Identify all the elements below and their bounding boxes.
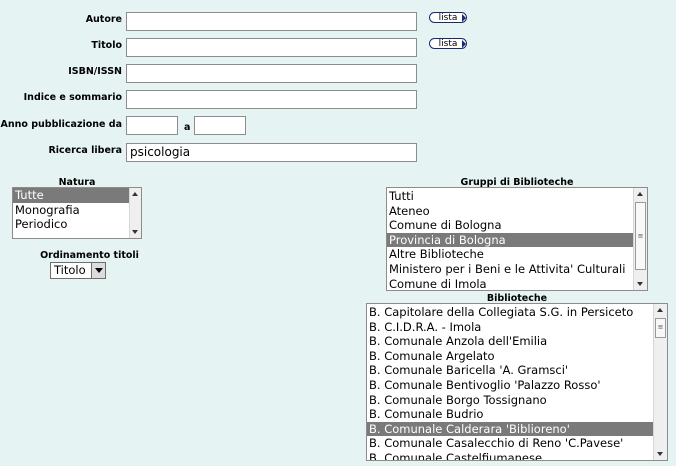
play-arrow-icon (462, 14, 466, 22)
indice-input[interactable] (126, 90, 417, 109)
gruppi-option[interactable]: Tutti (387, 189, 633, 204)
natura-listbox[interactable]: Tutte Monografia Periodico (12, 187, 142, 239)
biblioteche-option[interactable]: B. Comunale Argelato (367, 349, 653, 364)
biblioteche-option[interactable]: B. Comunale Budrio (367, 407, 653, 422)
arrow-up-icon[interactable] (657, 308, 663, 312)
natura-scrollbar[interactable] (129, 188, 141, 238)
biblioteche-options: B. Capitolare della Collegiata S.G. in P… (367, 304, 667, 460)
biblioteche-option[interactable]: B. Capitolare della Collegiata S.G. in P… (367, 305, 653, 320)
titolo-label: Titolo (91, 40, 122, 51)
isbn-label: ISBN/ISSN (68, 66, 122, 77)
ricerca-input[interactable]: psicologia (126, 143, 417, 162)
anno-da-input[interactable] (126, 116, 178, 135)
titolo-lista-button[interactable]: lista (429, 38, 467, 49)
indice-label: Indice e sommario (23, 92, 122, 103)
biblioteche-scroll-thumb[interactable]: ≡ (655, 318, 666, 338)
arrow-down-icon[interactable] (657, 452, 663, 456)
chevron-down-icon[interactable] (91, 263, 105, 278)
natura-option[interactable]: Tutte (13, 188, 129, 203)
ordinamento-value: Titolo (54, 263, 86, 277)
gruppi-option[interactable]: Provincia di Bologna (387, 232, 633, 248)
gruppi-option[interactable]: Altre Biblioteche (387, 247, 633, 262)
anno-label: Anno pubblicazione da (0, 119, 122, 130)
natura-option[interactable]: Monografia (13, 203, 129, 218)
biblioteche-option[interactable]: B. C.I.D.R.A. - Imola (367, 320, 653, 335)
autore-lista-button[interactable]: lista (429, 12, 467, 23)
natura-options: Tutte Monografia Periodico (13, 188, 141, 232)
ordinamento-select[interactable]: Titolo (50, 262, 106, 279)
biblioteche-option[interactable]: B. Comunale Anzola dell'Emilia (367, 334, 653, 349)
biblioteche-option[interactable]: B. Comunale Calderara 'Biblioreno' (367, 421, 653, 437)
natura-option[interactable]: Periodico (13, 217, 129, 232)
gruppi-scroll-thumb[interactable]: ≡ (635, 202, 646, 270)
biblioteche-scrollbar[interactable]: ≡ (653, 304, 667, 460)
gruppi-options: Tutti Ateneo Comune di Bologna Provincia di… (387, 188, 647, 290)
isbn-input[interactable] (126, 64, 417, 83)
anno-a-input[interactable] (194, 116, 246, 135)
autore-label: Autore (85, 14, 122, 25)
arrow-down-icon[interactable] (132, 230, 138, 234)
biblioteche-option[interactable]: B. Comunale Baricella 'A. Gramsci' (367, 363, 653, 378)
lista-label: lista (438, 13, 458, 23)
arrow-up-icon[interactable] (132, 192, 138, 196)
biblioteche-option[interactable]: B. Comunale Bentivoglio 'Palazzo Rosso' (367, 378, 653, 393)
autore-input[interactable] (126, 12, 417, 31)
gruppi-option[interactable]: Ateneo (387, 204, 633, 219)
play-arrow-icon (462, 40, 466, 48)
anno-a-label: a (184, 122, 191, 133)
biblioteche-option[interactable]: B. Comunale Borgo Tossignano (367, 393, 653, 408)
gruppi-option[interactable]: Comune di Imola (387, 277, 633, 290)
arrow-down-icon[interactable] (637, 282, 643, 286)
ordinamento-header: Ordinamento titoli (40, 250, 139, 261)
gruppi-listbox[interactable]: Tutti Ateneo Comune di Bologna Provincia di… (386, 187, 648, 291)
ricerca-label: Ricerca libera (48, 145, 122, 156)
biblioteche-option[interactable]: B. Comunale Casalecchio di Reno 'C.Paves… (367, 436, 653, 451)
biblioteche-option[interactable]: B. Comunale Castelfiumanese (367, 451, 653, 460)
gruppi-option[interactable]: Comune di Bologna (387, 218, 633, 233)
arrow-up-icon[interactable] (637, 192, 643, 196)
titolo-input[interactable] (126, 38, 417, 57)
biblioteche-listbox[interactable]: B. Capitolare della Collegiata S.G. in P… (366, 303, 668, 461)
gruppi-option[interactable]: Ministero per i Beni e le Attivita' Cult… (387, 262, 633, 277)
gruppi-scrollbar[interactable]: ≡ (633, 188, 647, 290)
lista-label: lista (438, 39, 458, 49)
